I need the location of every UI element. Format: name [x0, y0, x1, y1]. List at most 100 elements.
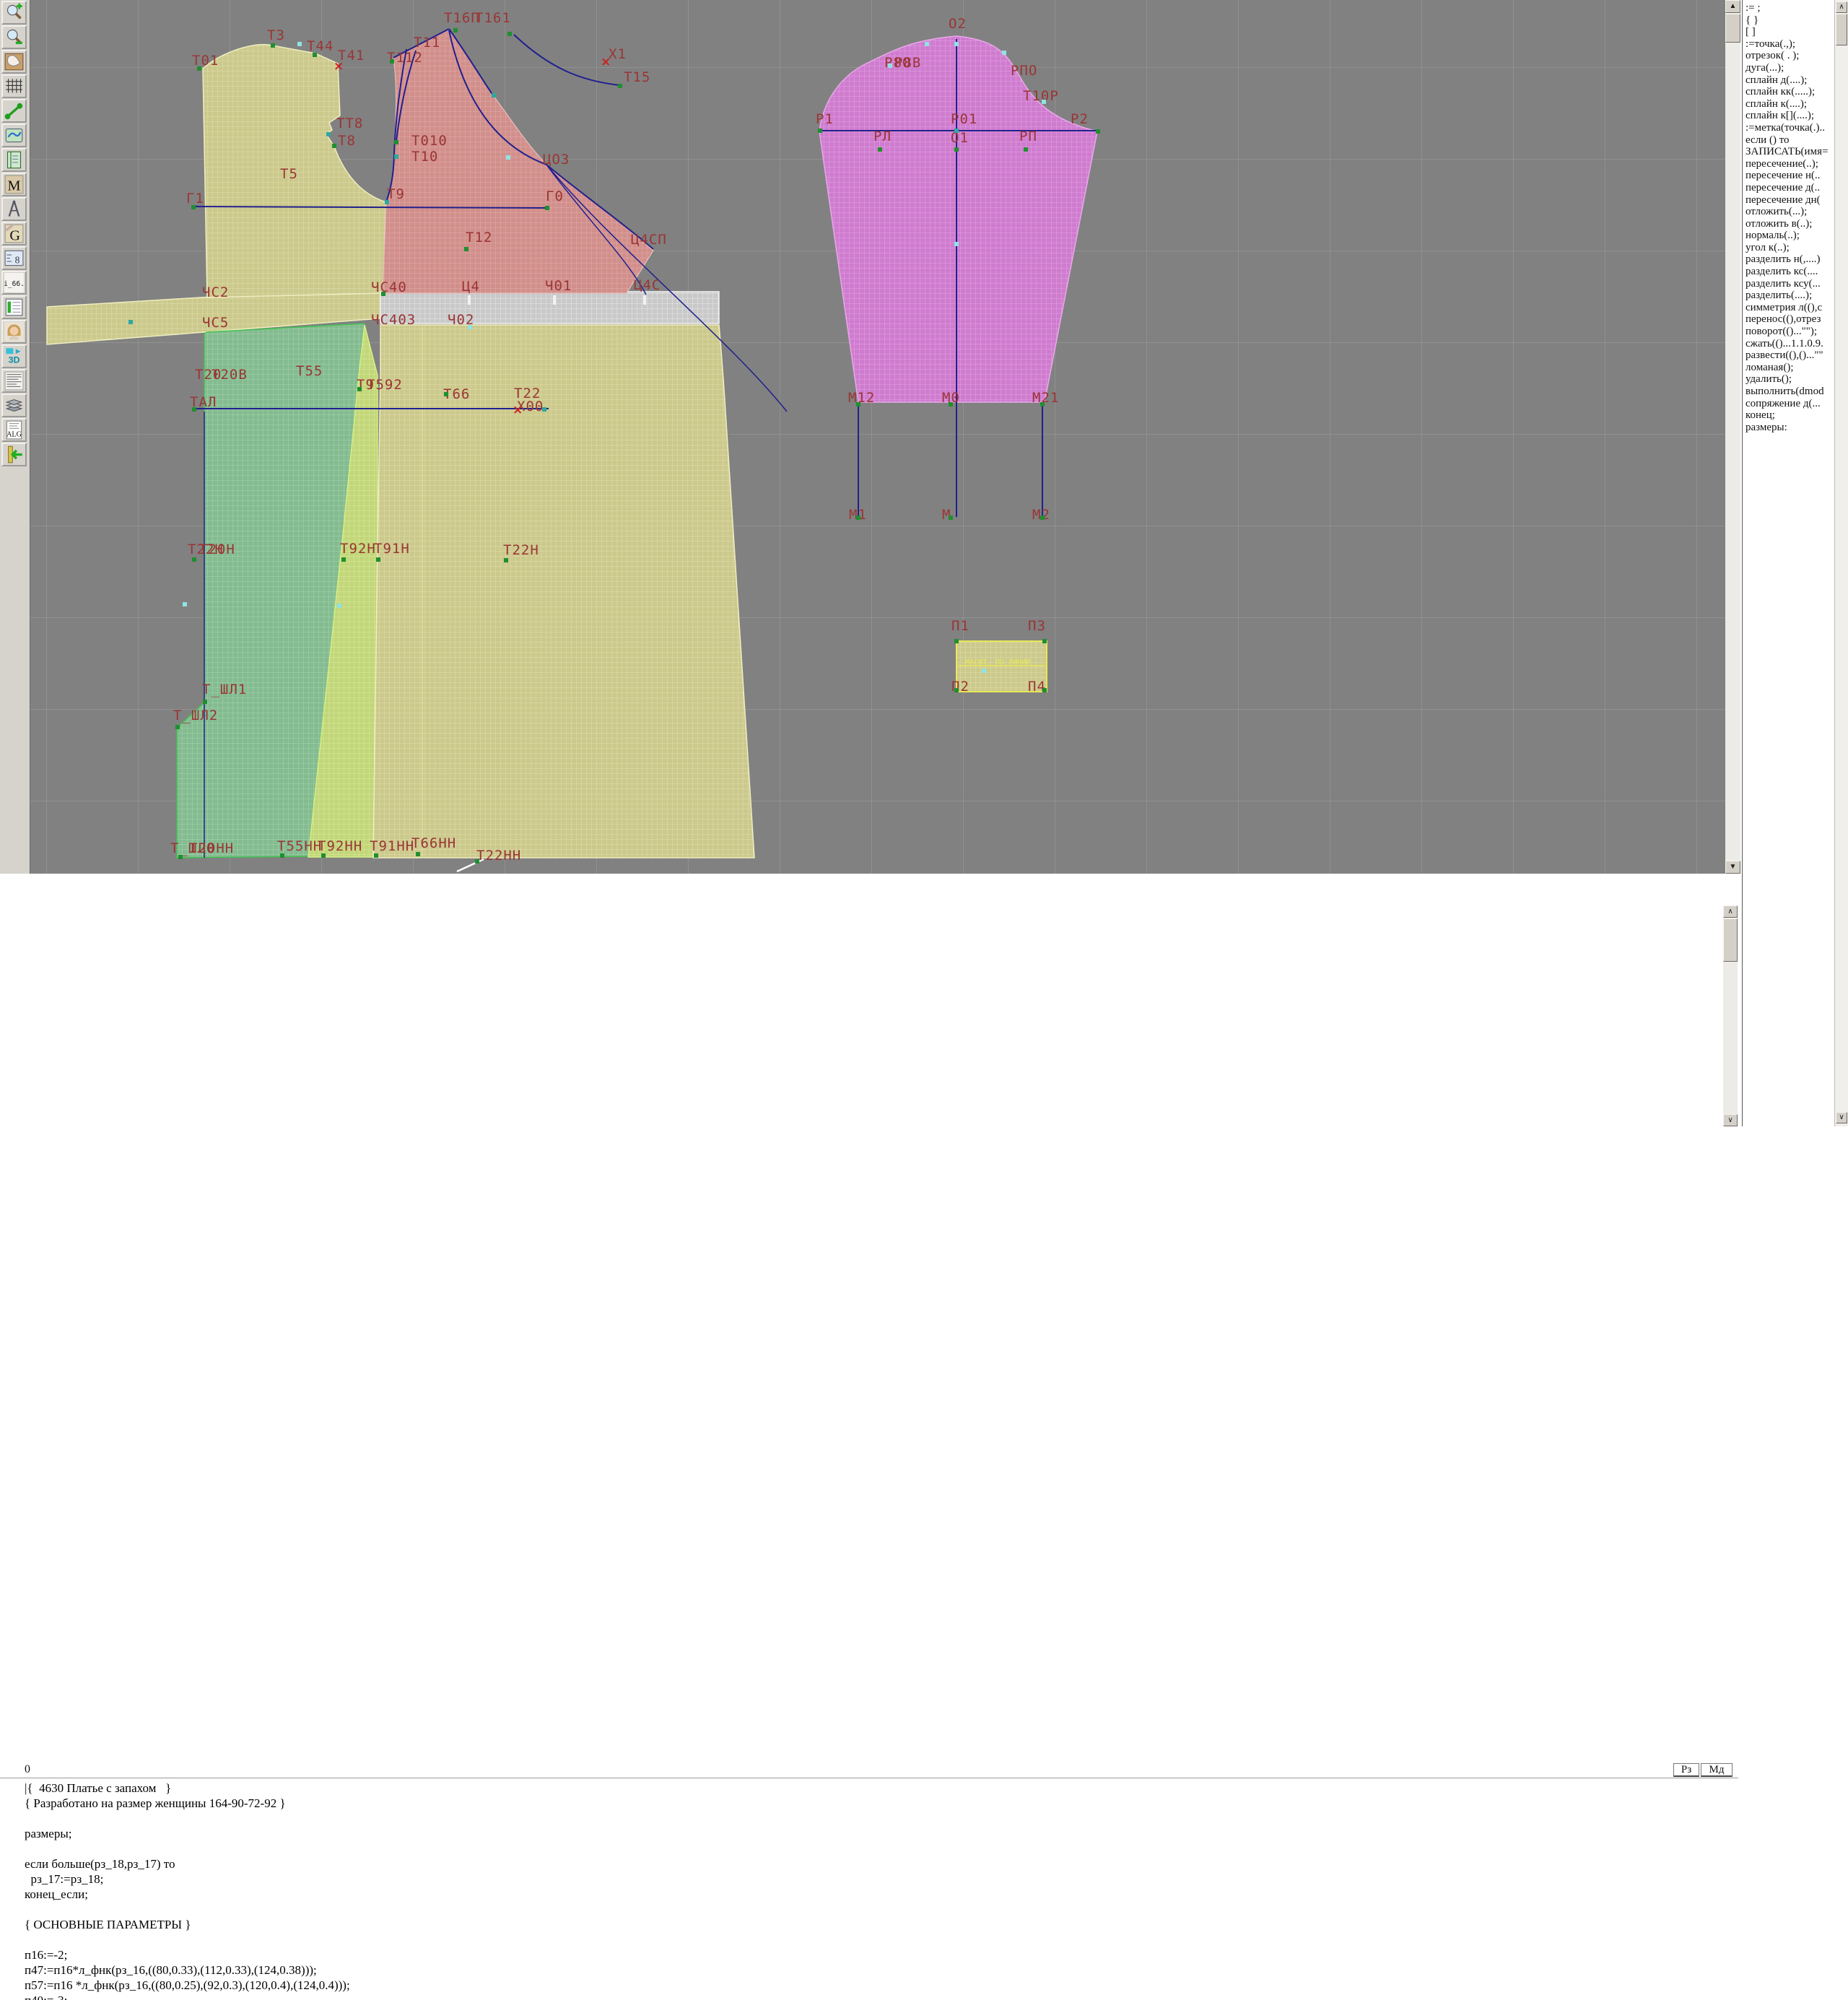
- books-icon: [4, 396, 25, 415]
- svg-text:G: G: [9, 228, 20, 244]
- canvas-scroll-down-icon[interactable]: ▼: [1725, 861, 1740, 874]
- function-list-item[interactable]: { }: [1745, 14, 1835, 27]
- function-vscroll-thumb[interactable]: [1836, 14, 1847, 45]
- function-list-item[interactable]: сплайн д(....);: [1745, 74, 1835, 87]
- function-list-item[interactable]: ломаная();: [1745, 362, 1835, 374]
- pattern-piece-button[interactable]: [1, 50, 27, 74]
- code-editor[interactable]: |{ 4630 Платье с запахом } { Разработано…: [0, 1781, 1743, 2000]
- function-list-item[interactable]: разделить(....);: [1745, 290, 1835, 302]
- table-icon: [4, 297, 25, 317]
- function-list-item[interactable]: удалить();: [1745, 373, 1835, 386]
- function-list-item[interactable]: пересечение д(..: [1745, 182, 1835, 194]
- grid-button[interactable]: [1, 74, 27, 98]
- compass-icon: [4, 199, 25, 219]
- view-3d-button[interactable]: 3D: [1, 344, 27, 368]
- i66-icon: i_66.: [4, 273, 25, 292]
- table-button[interactable]: [1, 295, 27, 319]
- function-list-item[interactable]: разделить н(,....): [1745, 253, 1835, 266]
- function-list-item[interactable]: сплайн к(....);: [1745, 98, 1835, 110]
- function-list-item[interactable]: отрезок( . );: [1745, 50, 1835, 62]
- grading-g-icon: G: [4, 224, 25, 243]
- function-list-item[interactable]: поворот(()..."");: [1745, 326, 1835, 338]
- portrait-icon: [4, 322, 25, 342]
- function-list-item[interactable]: нормаль(..);: [1745, 230, 1835, 242]
- function-list-item[interactable]: разделить кс(....: [1745, 266, 1835, 278]
- function-list-item[interactable]: пересечение н(..: [1745, 170, 1835, 182]
- model-m-icon: M: [4, 175, 25, 194]
- measure-line-icon: [4, 101, 25, 121]
- function-list-item[interactable]: сопряжение д(...: [1745, 398, 1835, 410]
- function-list: := ;{ }[ ]:=точка(.,);отрезок( . );дуга(…: [1745, 2, 1835, 433]
- function-list-item[interactable]: ЗАПИСАТЬ(имя=: [1745, 146, 1835, 158]
- zoom-in-button[interactable]: [1, 1, 27, 25]
- function-list-item[interactable]: пересечение дн(: [1745, 194, 1835, 206]
- function-list-item[interactable]: конец;: [1745, 409, 1835, 422]
- function-list-item[interactable]: отложить(...);: [1745, 206, 1835, 218]
- exit-icon: [4, 445, 25, 464]
- canvas-vscrollbar[interactable]: ▲ ▼: [1725, 0, 1740, 874]
- svg-text:8: 8: [15, 254, 20, 265]
- function-list-item[interactable]: размеры:: [1745, 422, 1835, 434]
- function-list-item[interactable]: сплайн к[](....);: [1745, 110, 1835, 122]
- sketch-button[interactable]: [1, 123, 27, 147]
- function-list-item[interactable]: сплайн кк(.....);: [1745, 86, 1835, 98]
- notebook-icon: [4, 150, 25, 170]
- ruler-button[interactable]: 8: [1, 246, 27, 270]
- function-list-item[interactable]: симметрия л((),с: [1745, 302, 1835, 314]
- text-list-icon: [4, 371, 25, 391]
- canvas-vscroll-thumb[interactable]: [1725, 14, 1740, 43]
- zoom-out-button[interactable]: [1, 25, 27, 49]
- svg-text:M: M: [7, 178, 20, 194]
- pattern-piece-icon: [4, 52, 25, 71]
- function-list-item[interactable]: [ ]: [1745, 26, 1835, 38]
- compass-button[interactable]: [1, 197, 27, 221]
- code-scroll-up-icon[interactable]: ∧: [1723, 905, 1738, 918]
- function-list-item[interactable]: разделить ксу(...: [1745, 278, 1835, 290]
- code-scroll-down-icon[interactable]: ∨: [1723, 1114, 1738, 1126]
- portrait-button[interactable]: [1, 320, 27, 344]
- grid-icon: [4, 77, 25, 96]
- measure-line-button[interactable]: [1, 99, 27, 123]
- i66-button[interactable]: i_66.: [1, 271, 27, 295]
- function-vscrollbar[interactable]: ∧ ∨: [1834, 0, 1848, 1126]
- status-zero: 0: [25, 1763, 30, 1776]
- alg-icon: ALG: [4, 420, 25, 440]
- ruler-icon: 8: [4, 248, 25, 268]
- pattern-canvas[interactable]: [30, 0, 1725, 874]
- function-list-item[interactable]: := ;: [1745, 2, 1835, 14]
- app-window: МАСШТ. ПО ЛИНИИ Т01Т3Т44Т41ТТ8Т8Т5Г1Т9Т1…: [0, 0, 1848, 1126]
- function-list-item[interactable]: угол к(..);: [1745, 242, 1835, 254]
- function-list-item[interactable]: развести((),()..."": [1745, 349, 1835, 362]
- notebook-button[interactable]: [1, 148, 27, 172]
- md-button[interactable]: Мд: [1701, 1763, 1732, 1777]
- function-panel: := ;{ }[ ]:=точка(.,);отрезок( . );дуга(…: [1742, 0, 1835, 1126]
- rz-button[interactable]: Рз: [1673, 1763, 1699, 1777]
- code-vscroll-thumb[interactable]: [1723, 918, 1738, 962]
- code-panel-area: 0 Рз Мд |{ 4630 Платье с запахом } { Раз…: [0, 874, 1742, 1126]
- function-scroll-down-icon[interactable]: ∨: [1836, 1112, 1847, 1123]
- function-list-item[interactable]: :=точка(.,);: [1745, 38, 1835, 51]
- grading-g-button[interactable]: G: [1, 222, 27, 245]
- svg-text:ALG: ALG: [6, 431, 22, 439]
- function-list-item[interactable]: :=метка(точка(.)..: [1745, 122, 1835, 134]
- books-button[interactable]: [1, 394, 27, 417]
- svg-text:i_66.: i_66.: [4, 280, 25, 288]
- canvas-scroll-up-icon[interactable]: ▲: [1725, 0, 1740, 13]
- function-list-item[interactable]: сжать(()...1.1.0.9.: [1745, 338, 1835, 350]
- sketch-icon: [4, 126, 25, 145]
- function-list-item[interactable]: дуга(...);: [1745, 62, 1835, 74]
- exit-button[interactable]: [1, 443, 27, 466]
- code-vscrollbar[interactable]: ∧ ∨: [1723, 905, 1738, 1126]
- zoom-out-icon: [4, 27, 25, 47]
- function-list-item[interactable]: пересечение(..);: [1745, 158, 1835, 170]
- model-m-button[interactable]: M: [1, 173, 27, 196]
- function-list-item[interactable]: если () то: [1745, 134, 1835, 147]
- function-list-item[interactable]: перенос((),отрез: [1745, 313, 1835, 326]
- view-3d-icon: 3D: [4, 347, 25, 366]
- zoom-in-icon: [4, 3, 25, 22]
- function-scroll-up-icon[interactable]: ∧: [1836, 1, 1847, 13]
- function-list-item[interactable]: выполнить(dmod: [1745, 386, 1835, 398]
- alg-button[interactable]: ALG: [1, 418, 27, 442]
- function-list-item[interactable]: отложить в(..);: [1745, 218, 1835, 230]
- text-list-button[interactable]: [1, 369, 27, 393]
